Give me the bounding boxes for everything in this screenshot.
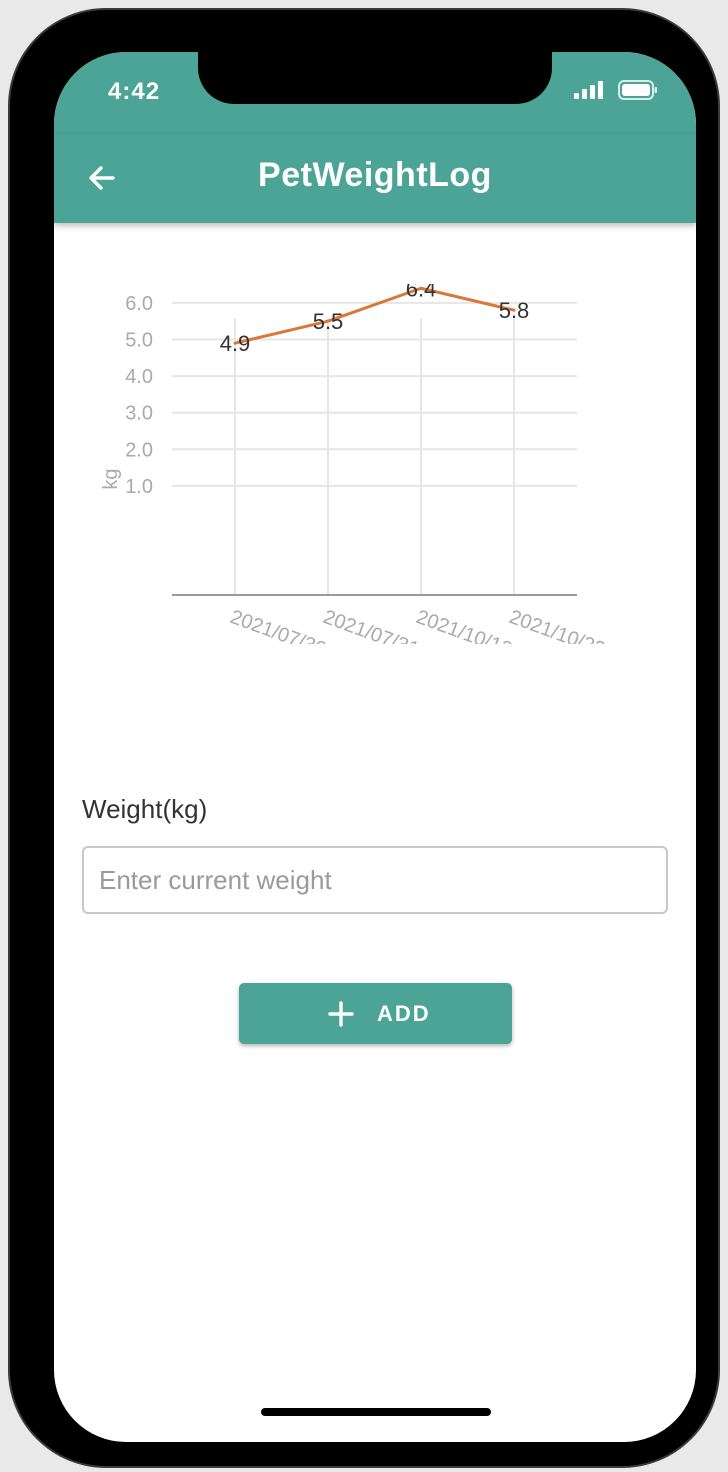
notch [198, 52, 552, 104]
y-tick-label: 1.0 [125, 476, 153, 498]
y-tick-label: 2.0 [125, 439, 153, 461]
plus-icon [328, 1001, 354, 1027]
weight-input[interactable] [82, 846, 668, 914]
app-bar: PetWeightLog [54, 134, 696, 223]
weight-field-label: Weight(kg) [82, 794, 208, 824]
data-label: 6.4 [406, 284, 437, 301]
weight-series-line [233, 286, 516, 345]
add-button[interactable]: ADD [239, 983, 512, 1044]
page-title: PetWeightLog [258, 156, 492, 194]
y-tick-label: 4.0 [125, 366, 153, 388]
y-tick-label: 3.0 [125, 403, 153, 425]
data-label: 4.9 [220, 331, 251, 356]
battery-icon [618, 80, 657, 100]
app-screen: 4:42 PetWeightLog 1.0 2.0 3.0 4.0 5.0 6.0 kg 20… [54, 52, 696, 1442]
signal-icon [574, 81, 603, 99]
status-time: 4:42 [108, 78, 161, 105]
y-axis-label: kg [100, 468, 122, 489]
phone-frame: 4:42 PetWeightLog 1.0 2.0 3.0 4.0 5.0 6.0 kg 20… [10, 10, 718, 1466]
add-button-label: ADD [377, 1001, 431, 1026]
home-indicator [261, 1408, 491, 1416]
y-tick-label: 6.0 [125, 293, 153, 315]
data-label: 5.8 [499, 298, 530, 323]
y-tick-label: 5.0 [125, 330, 153, 352]
weight-line-chart: 1.02.03.04.05.06.0kg2021/07/30 172021/07… [100, 284, 634, 644]
data-label: 5.5 [313, 309, 344, 334]
x-tick-label: 2021/10/22 16 [506, 606, 634, 644]
